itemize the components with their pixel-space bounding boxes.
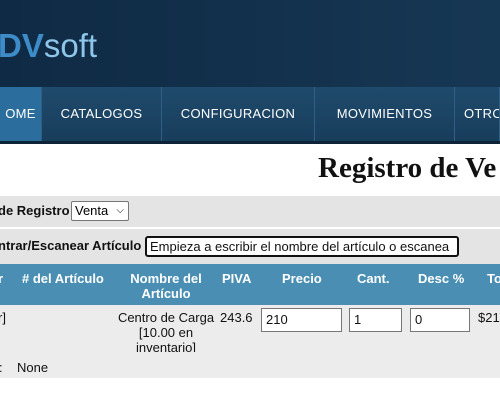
table-footer-row: : None <box>0 352 500 378</box>
col-header-desc[interactable]: Desc % <box>418 271 464 286</box>
scan-label: ntrar/Escanear Artículo <box>0 238 142 253</box>
cantidad-input[interactable]: 1 <box>349 308 402 332</box>
main-nav: OME CATALOGOS CONFIGURACION MOVIMIENTOS … <box>0 87 500 141</box>
brand-logo-letter-d: D <box>0 27 22 64</box>
col-header-articulo[interactable]: # del Artículo <box>22 271 104 286</box>
precio-input[interactable]: 210 <box>261 308 342 332</box>
page-title: Registro de Ve <box>318 152 497 184</box>
nav-item-otros[interactable]: OTRO <box>455 87 500 141</box>
descuento-input[interactable]: 0 <box>410 308 470 332</box>
app-header: DVsoft <box>0 0 500 87</box>
nav-item-catalogos[interactable]: CATALOGOS <box>42 87 162 141</box>
footer-label: : <box>0 360 3 375</box>
scan-input[interactable]: Empieza a escribir el nombre del artícul… <box>145 236 459 257</box>
col-header-nombre[interactable]: Nombre del Artículo <box>125 271 207 301</box>
brand-logo-letter-v: V <box>21 27 44 64</box>
row-nombre-line2: [10.00 en <box>138 325 194 340</box>
registro-label: de Registro <box>0 203 70 218</box>
row-nombre-line1: Centro de Carga <box>117 310 215 325</box>
col-header-cant[interactable]: Cant. <box>357 271 390 286</box>
footer-value: None <box>17 360 49 375</box>
row-col0[interactable]: r] <box>0 310 6 325</box>
registro-select[interactable]: Venta ⌵ <box>71 201 129 221</box>
brand-logo[interactable]: DVsoft <box>0 26 97 66</box>
col-header-precio[interactable]: Precio <box>282 271 322 286</box>
col-header-piva[interactable]: PIVA <box>222 271 251 286</box>
nav-item-movimientos[interactable]: MOVIMIENTOS <box>315 87 455 141</box>
brand-logo-suffix: soft <box>43 27 98 64</box>
col-header-0: r <box>0 271 4 286</box>
registro-select-value: Venta <box>75 203 109 218</box>
table-row: r] Centro de Carga [10.00 en inventario]… <box>0 305 500 355</box>
table-header: r # del Artículo Nombre del Artículo PIV… <box>0 264 500 305</box>
row-total: $21 <box>478 310 500 325</box>
nav-item-home[interactable]: OME <box>0 87 42 141</box>
nav-item-configuracion[interactable]: CONFIGURACION <box>162 87 315 141</box>
nav-divider <box>0 141 500 144</box>
row-piva: 243.6 <box>220 310 253 325</box>
col-header-total[interactable]: To <box>487 271 500 286</box>
chevron-down-icon: ⌵ <box>116 205 124 216</box>
